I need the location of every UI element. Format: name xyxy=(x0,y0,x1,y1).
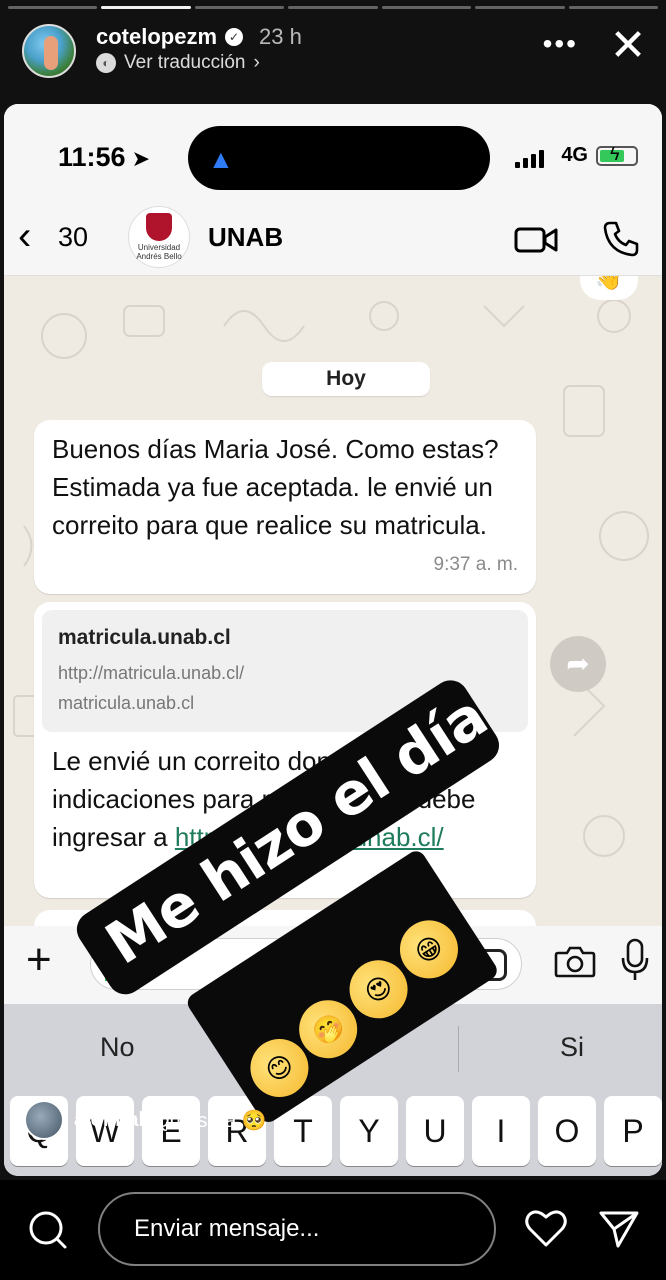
progress-segment-active xyxy=(101,6,191,9)
send-icon[interactable] xyxy=(598,1208,640,1250)
translate-icon: ◐ xyxy=(96,53,116,73)
progress-segment xyxy=(288,6,378,9)
key-i[interactable]: I xyxy=(472,1096,530,1166)
reply-avatar[interactable] xyxy=(24,1100,64,1140)
more-options-icon[interactable]: ••• xyxy=(543,30,578,58)
navigation-arrow-icon: ▲ xyxy=(208,144,234,174)
suggestion-divider xyxy=(458,1026,459,1072)
video-call-icon[interactable] xyxy=(514,226,558,254)
battery-icon: ϟ xyxy=(596,144,638,166)
plus-icon[interactable]: + xyxy=(26,938,52,982)
camera-icon[interactable] xyxy=(28,1210,68,1250)
story-time-ago: 23 h xyxy=(259,24,302,49)
suggestion-no[interactable]: No xyxy=(100,1032,135,1063)
chat-header: ‹ 30 Universidad Andrés Bello UNAB xyxy=(4,204,662,276)
story-progress xyxy=(8,6,658,9)
key-u[interactable]: U xyxy=(406,1096,464,1166)
progress-segment xyxy=(381,6,472,9)
dynamic-island: ▲ xyxy=(188,126,490,190)
location-arrow-icon: ➤ xyxy=(131,146,151,171)
microphone-icon[interactable] xyxy=(620,938,650,982)
suggestion-si[interactable]: Si xyxy=(560,1032,584,1063)
message-text: Buenos días Maria José. Como estas? Esti… xyxy=(52,434,499,540)
contact-avatar[interactable]: Universidad Andrés Bello xyxy=(128,206,190,268)
translate-label[interactable]: Ver traducción xyxy=(124,52,245,74)
ios-status-bar: 11:56 ➤ ▲ 4G ϟ xyxy=(4,104,662,204)
camera-icon[interactable] xyxy=(554,944,596,978)
logo-text: Universidad Andrés Bello xyxy=(136,243,182,261)
unread-count[interactable]: 30 xyxy=(58,222,88,253)
date-separator: Hoy xyxy=(262,362,430,396)
verified-badge-icon: ✓ xyxy=(225,28,244,46)
link-preview-title: matricula.unab.cl xyxy=(58,626,231,649)
progress-segment xyxy=(568,6,658,9)
message-bubble[interactable]: Buenos días Maria José. Como estas? Esti… xyxy=(34,420,536,594)
reply-username[interactable]: alonbal xyxy=(74,1109,144,1132)
previous-message-peek: 👋 xyxy=(580,276,638,300)
reply-text: Qué será 🥺 xyxy=(154,1109,267,1132)
story-reply: alonbal Qué será 🥺 xyxy=(24,1100,267,1140)
message-time: 9:37 a. m. xyxy=(433,554,519,575)
forward-icon[interactable]: ➦ xyxy=(550,636,606,692)
voice-call-icon[interactable] xyxy=(602,220,640,258)
close-icon[interactable]: ✕ xyxy=(608,24,648,68)
progress-segment xyxy=(475,6,565,9)
key-y[interactable]: Y xyxy=(340,1096,398,1166)
story-username-row[interactable]: cotelopezm ✓ 23 h xyxy=(96,24,302,50)
story-avatar[interactable] xyxy=(22,24,76,78)
progress-segment xyxy=(8,6,98,9)
chevron-right-icon: › xyxy=(253,52,260,73)
heart-icon[interactable] xyxy=(524,1208,568,1248)
translate-link[interactable]: ◐ Ver traducción › xyxy=(96,52,260,74)
unab-shield-icon xyxy=(146,213,172,241)
key-p[interactable]: P xyxy=(604,1096,662,1166)
story-username[interactable]: cotelopezm xyxy=(96,24,217,50)
story-message-input[interactable]: Enviar mensaje... xyxy=(98,1192,496,1266)
progress-segment xyxy=(194,6,285,9)
key-o[interactable]: O xyxy=(538,1096,596,1166)
status-time: 11:56 ➤ xyxy=(58,142,151,172)
instagram-story: cotelopezm ✓ 23 h ◐ Ver traducción › •••… xyxy=(0,0,666,1280)
story-bottom-bar: Enviar mensaje... xyxy=(0,1180,666,1280)
network-type: 4G xyxy=(561,144,588,166)
contact-name[interactable]: UNAB xyxy=(208,222,283,253)
story-header: cotelopezm ✓ 23 h ◐ Ver traducción › •••… xyxy=(0,18,666,88)
back-chevron-icon[interactable]: ‹ xyxy=(18,216,31,256)
signal-strength-icon xyxy=(515,148,544,168)
